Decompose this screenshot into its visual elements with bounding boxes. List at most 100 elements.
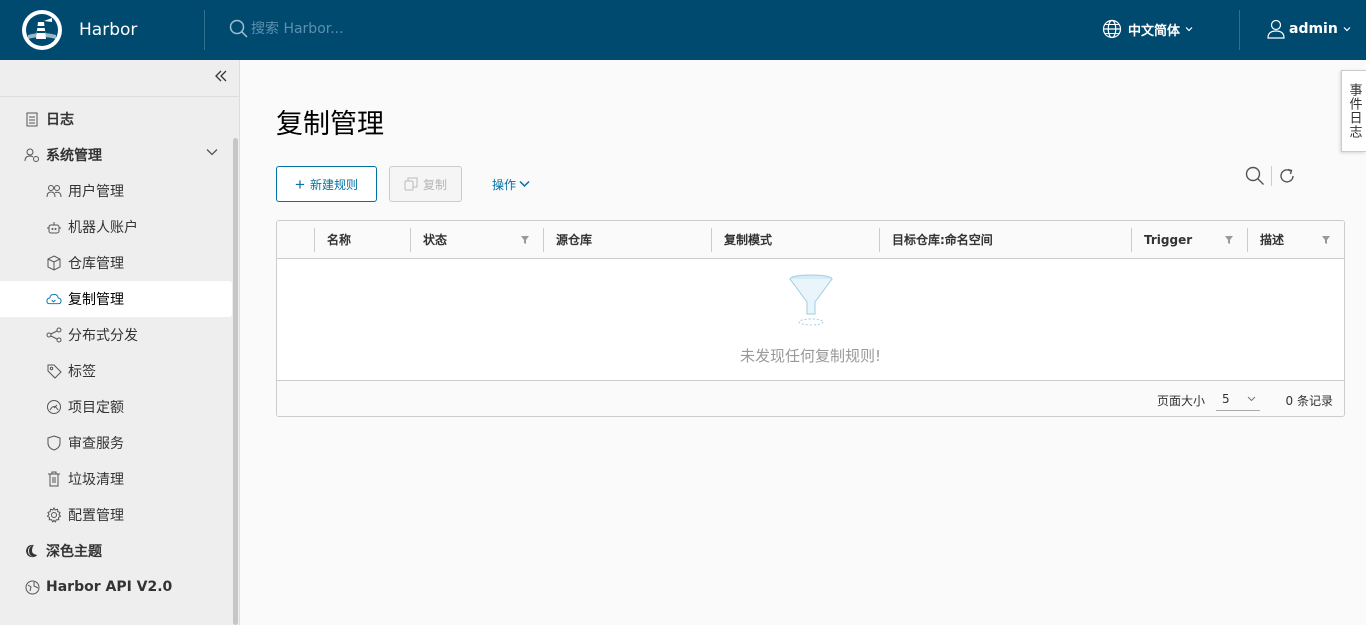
sidebar-item-project-quotas[interactable]: 项目定额 [0,389,232,425]
sidebar-item-label: 仓库管理 [68,256,124,272]
copy-button[interactable]: 复制 [389,166,462,202]
sidebar-item-registries[interactable]: 仓库管理 [0,245,232,281]
sidebar-item-label: Harbor API V2.0 [46,579,173,595]
search-icon [229,19,248,38]
brand-name: Harbor [79,20,138,40]
column-divider [1131,228,1132,252]
sidebar-item-label: 分布式分发 [68,328,138,344]
page-size-label: 页面大小 [1156,394,1205,408]
robot-icon [46,219,62,235]
double-chevron-left-icon[interactable] [214,69,228,83]
sidebar-item-label: 用户管理 [68,184,124,200]
filter-icon[interactable] [520,235,530,245]
sidebar-item-logs[interactable]: 日志 [0,101,232,137]
empty-message: 未发现任何复制规则! [739,347,881,365]
main-content: 复制管理 + 新建规则 复制 操作 名称 状态 源仓库 复制模式 目标仓库:命名… [241,60,1345,625]
event-log-label: 事件日志 [1346,83,1362,139]
refresh-icon[interactable] [1278,167,1296,185]
cloud-replication-icon [46,291,62,307]
sidebar-item-label: 垃圾清理 [68,472,124,488]
chevron-down-icon [1247,396,1256,402]
copy-label: 复制 [422,177,447,192]
search-icon[interactable] [1245,166,1265,186]
tool-divider [1271,166,1272,186]
sidebar-item-label: 日志 [46,112,74,128]
actions-dropdown[interactable]: 操作 [481,166,541,202]
sidebar-item-harbor-api[interactable]: Harbor API V2.0 [0,569,232,605]
global-search[interactable] [229,19,551,39]
sidebar-item-label: 标签 [68,364,96,380]
page-title: 复制管理 [276,109,384,140]
language-selector[interactable]: 中文简体 [1102,19,1193,39]
moon-icon [24,543,40,559]
brand[interactable]: Harbor [22,10,137,50]
sidebar-item-label: 复制管理 [68,292,124,308]
column-header-source-registry[interactable]: 源仓库 [544,221,712,258]
chevron-down-icon [1343,27,1351,32]
copy-icon [404,177,418,191]
plus-icon: + [295,174,305,194]
page-size-value: 5 [1222,392,1230,406]
new-rule-label: 新建规则 [309,177,358,192]
column-divider [711,228,712,252]
column-divider [1247,228,1248,252]
column-divider [543,228,544,252]
replication-rules-table: 名称 状态 源仓库 复制模式 目标仓库:命名空间 Trigger 描述 未发现任… [276,220,1345,417]
column-header-name[interactable]: 名称 [315,221,411,258]
sidebar-item-distribution[interactable]: 分布式分发 [0,317,232,353]
sidebar-item-label: 深色主题 [46,544,102,560]
sidebar-item-label: 机器人账户 [68,220,138,236]
trash-icon [46,471,62,487]
sidebar-item-system-admin[interactable]: 系统管理 [0,137,232,173]
filter-icon[interactable] [1224,235,1234,245]
globe-icon [1102,19,1122,39]
header-divider [1239,10,1240,50]
shield-icon [46,435,62,451]
grid-tools [1245,166,1296,186]
filter-icon[interactable] [1321,235,1331,245]
sidebar-item-users[interactable]: 用户管理 [0,173,232,209]
share-icon [46,327,62,343]
header-divider [204,10,205,50]
column-divider [410,228,411,252]
chevron-down-icon [206,149,218,156]
system-admin-icon [24,147,40,163]
sidebar-item-configuration[interactable]: 配置管理 [0,497,232,533]
language-label: 中文简体 [1128,23,1181,39]
new-rule-button[interactable]: + 新建规则 [276,166,377,202]
sidebar-item-garbage-collection[interactable]: 垃圾清理 [0,461,232,497]
sidebar-item-interrogation-services[interactable]: 审查服务 [0,425,232,461]
user-menu[interactable]: admin [1267,19,1351,39]
event-log-tab[interactable]: 事件日志 [1341,70,1366,152]
sidebar-item-label: 项目定额 [68,400,124,416]
sidebar-scrollbar[interactable] [231,98,239,625]
sidebar-item-label: 审查服务 [68,436,124,452]
sidebar: 日志 系统管理 用户管理 机器人账户 仓库管理 复制管理 分布式分发 标签 项目… [0,60,240,625]
page-size-select[interactable]: 5 [1216,388,1260,411]
sidebar-collapse-bar [0,60,239,97]
funnel-empty-icon [789,274,833,326]
table-footer: 页面大小 5 0 条记录 [277,380,1344,416]
api-icon [24,579,40,595]
sidebar-scrollbar-thumb[interactable] [233,138,238,625]
harbor-logo-icon [22,10,62,50]
users-icon [46,183,62,199]
chevron-down-icon [1185,27,1193,32]
sidebar-item-label: 配置管理 [68,508,124,524]
sidebar-item-dark-theme[interactable]: 深色主题 [0,533,232,569]
column-header-replication-mode[interactable]: 复制模式 [712,221,880,258]
username: admin [1289,21,1338,37]
table-header: 名称 状态 源仓库 复制模式 目标仓库:命名空间 Trigger 描述 [277,221,1344,259]
empty-placeholder: 未发现任何复制规则! [277,259,1344,380]
column-header-destination-namespace[interactable]: 目标仓库:命名空间 [880,221,1132,258]
tag-icon [46,363,62,379]
registry-icon [46,255,62,271]
search-input[interactable] [251,21,551,37]
sidebar-item-robot-accounts[interactable]: 机器人账户 [0,209,232,245]
sidebar-item-labels[interactable]: 标签 [0,353,232,389]
chevron-down-icon [519,180,530,188]
quota-icon [46,399,62,415]
column-divider [879,228,880,252]
sidebar-item-replications[interactable]: 复制管理 [0,281,232,317]
log-icon [24,111,40,127]
